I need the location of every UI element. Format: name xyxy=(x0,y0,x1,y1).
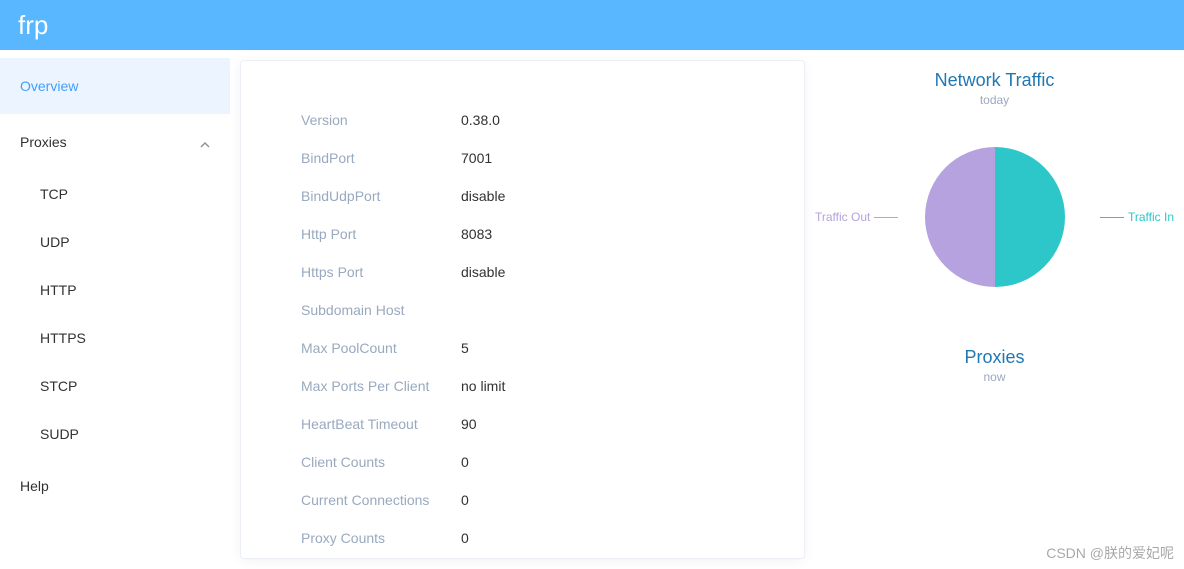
sidebar-item-proxies[interactable]: Proxies xyxy=(0,114,230,170)
label: Max Ports Per Client xyxy=(301,378,461,394)
label-traffic-in: Traffic In xyxy=(1096,210,1174,224)
label-text: Traffic Out xyxy=(815,210,870,224)
sidebar-item-label: HTTPS xyxy=(40,330,86,346)
sidebar-item-help[interactable]: Help xyxy=(0,458,230,514)
row-poolcount: Max PoolCount5 xyxy=(301,329,784,367)
pie-wrap: Traffic Out Traffic In xyxy=(815,117,1174,317)
label: Version xyxy=(301,112,461,128)
chart-title: Proxies xyxy=(815,347,1174,368)
sidebar-item-http[interactable]: HTTP xyxy=(0,266,230,314)
value: 0 xyxy=(461,530,469,546)
sidebar-item-https[interactable]: HTTPS xyxy=(0,314,230,362)
app-header: frp xyxy=(0,0,1184,50)
value: 0.38.0 xyxy=(461,112,500,128)
row-subdomain: Subdomain Host xyxy=(301,291,784,329)
value: 0 xyxy=(461,454,469,470)
chevron-up-icon xyxy=(200,137,210,147)
watermark: CSDN @朕的爱妃呢 xyxy=(1046,543,1174,563)
value: disable xyxy=(461,264,505,280)
row-bindudpport: BindUdpPortdisable xyxy=(301,177,784,215)
sidebar-item-label: TCP xyxy=(40,186,68,202)
label: Client Counts xyxy=(301,454,461,470)
leader-line xyxy=(874,217,898,218)
sidebar: Overview Proxies TCP UDP HTTP HTTPS STCP… xyxy=(0,50,230,569)
row-maxports: Max Ports Per Clientno limit xyxy=(301,367,784,405)
row-bindport: BindPort7001 xyxy=(301,139,784,177)
row-version: Version0.38.0 xyxy=(301,101,784,139)
label: BindUdpPort xyxy=(301,188,461,204)
label: Subdomain Host xyxy=(301,302,461,318)
value: no limit xyxy=(461,378,505,394)
traffic-chart: Network Traffic today Traffic Out Traffi… xyxy=(815,70,1174,317)
sidebar-item-udp[interactable]: UDP xyxy=(0,218,230,266)
row-proxycounts: Proxy Counts0 xyxy=(301,519,784,557)
label: HeartBeat Timeout xyxy=(301,416,461,432)
label: Proxy Counts xyxy=(301,530,461,546)
value: 90 xyxy=(461,416,477,432)
sidebar-item-label: UDP xyxy=(40,234,70,250)
sidebar-item-label: Proxies xyxy=(20,134,67,150)
chart-sub: now xyxy=(815,370,1174,384)
label: Current Connections xyxy=(301,492,461,508)
sidebar-item-label: HTTP xyxy=(40,282,77,298)
value: 8083 xyxy=(461,226,492,242)
row-connections: Current Connections0 xyxy=(301,481,784,519)
value: 0 xyxy=(461,492,469,508)
row-httpport: Http Port8083 xyxy=(301,215,784,253)
sidebar-item-stcp[interactable]: STCP xyxy=(0,362,230,410)
sidebar-item-label: SUDP xyxy=(40,426,79,442)
sidebar-item-label: Overview xyxy=(20,78,78,94)
sidebar-item-overview[interactable]: Overview xyxy=(0,58,230,114)
leader-line xyxy=(1100,217,1124,218)
app-title: frp xyxy=(18,10,48,41)
sidebar-submenu-proxies: TCP UDP HTTP HTTPS STCP SUDP xyxy=(0,170,230,458)
sidebar-item-label: Help xyxy=(20,478,49,494)
chart-title: Network Traffic xyxy=(815,70,1174,91)
sidebar-item-label: STCP xyxy=(40,378,77,394)
label-traffic-out: Traffic Out xyxy=(815,210,902,224)
charts-panel: Network Traffic today Traffic Out Traffi… xyxy=(815,60,1174,559)
row-clientcounts: Client Counts0 xyxy=(301,443,784,481)
value: 5 xyxy=(461,340,469,356)
row-httpsport: Https Portdisable xyxy=(301,253,784,291)
label: Https Port xyxy=(301,264,461,280)
label: Max PoolCount xyxy=(301,340,461,356)
proxies-chart: Proxies now xyxy=(815,347,1174,384)
sidebar-item-sudp[interactable]: SUDP xyxy=(0,410,230,458)
label: BindPort xyxy=(301,150,461,166)
row-heartbeat: HeartBeat Timeout90 xyxy=(301,405,784,443)
label: Http Port xyxy=(301,226,461,242)
value: 7001 xyxy=(461,150,492,166)
main-content: Version0.38.0 BindPort7001 BindUdpPortdi… xyxy=(230,50,1184,569)
overview-card: Version0.38.0 BindPort7001 BindUdpPortdi… xyxy=(240,60,805,559)
value: disable xyxy=(461,188,505,204)
chart-sub: today xyxy=(815,93,1174,107)
pie-chart-icon[interactable] xyxy=(925,147,1065,287)
label-text: Traffic In xyxy=(1128,210,1174,224)
sidebar-item-tcp[interactable]: TCP xyxy=(0,170,230,218)
